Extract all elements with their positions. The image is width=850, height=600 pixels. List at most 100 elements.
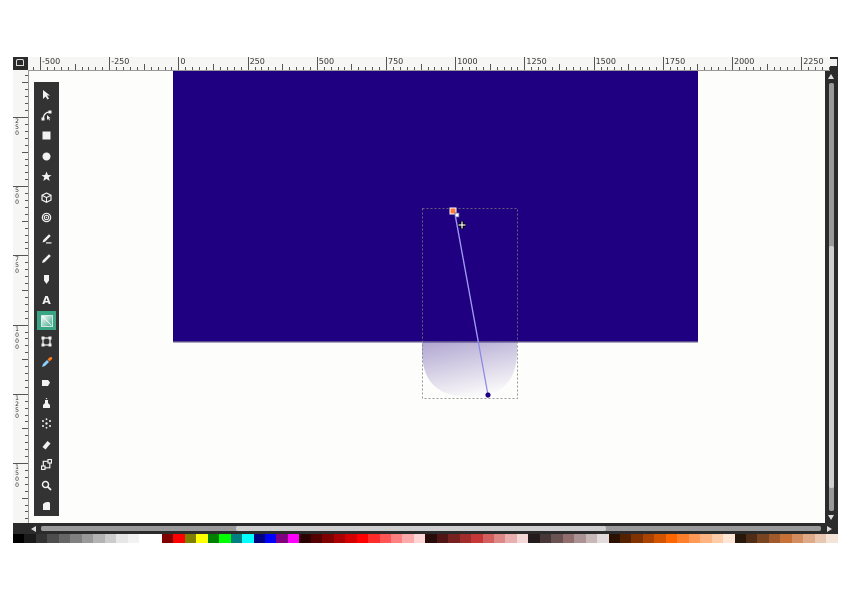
palette-swatch[interactable] (459, 534, 472, 543)
palette-swatch[interactable] (13, 534, 25, 543)
paint-bucket-tool[interactable] (37, 373, 56, 392)
spiral-tool[interactable] (37, 208, 56, 227)
palette-swatch[interactable] (688, 534, 701, 543)
scroll-right-icon[interactable] (827, 526, 832, 532)
palette-swatch[interactable] (757, 534, 769, 543)
palette-swatch[interactable] (379, 534, 391, 543)
palette-swatch[interactable] (574, 534, 586, 543)
vertical-scrollbar[interactable] (825, 71, 838, 523)
palette-swatch[interactable] (734, 534, 746, 543)
palette-swatch[interactable] (264, 534, 277, 543)
ellipse-tool[interactable] (37, 147, 56, 166)
palette-swatch[interactable] (436, 534, 449, 543)
palette-swatch[interactable] (47, 534, 59, 543)
palette-swatch[interactable] (253, 534, 265, 543)
palette-swatch[interactable] (24, 534, 36, 543)
text-tool[interactable]: A (37, 291, 56, 310)
connector-tool[interactable] (37, 455, 56, 474)
palette-swatch[interactable] (494, 534, 506, 543)
palette-swatch[interactable] (390, 534, 403, 543)
mesh-tool[interactable] (37, 332, 56, 351)
select-tool[interactable] (37, 85, 56, 104)
palette-swatch[interactable] (150, 534, 162, 543)
palette-swatch[interactable] (631, 534, 643, 543)
palette-swatch[interactable] (425, 534, 437, 543)
palette-swatch[interactable] (597, 534, 609, 543)
palette-swatch[interactable] (677, 534, 689, 543)
drawing-canvas[interactable] (29, 71, 825, 523)
palette-swatch[interactable] (173, 534, 185, 543)
palette-swatch[interactable] (654, 534, 666, 543)
scroll-down-icon[interactable] (828, 515, 834, 520)
palette-swatch[interactable] (230, 534, 243, 543)
palette-swatch[interactable] (814, 534, 827, 543)
palette-swatch[interactable] (356, 534, 369, 543)
palette-swatch[interactable] (310, 534, 323, 543)
palette-swatch[interactable] (505, 534, 517, 543)
palette-swatch[interactable] (368, 534, 380, 543)
spray-tool[interactable] (37, 414, 56, 433)
tweak-tool[interactable] (37, 394, 56, 413)
vertical-ruler[interactable]: 250500750100012501500 (13, 70, 29, 523)
palette-swatch[interactable] (482, 534, 495, 543)
rectangle-tool[interactable] (37, 126, 56, 145)
pencil-tool[interactable] (37, 249, 56, 268)
palette-swatch[interactable] (780, 534, 792, 543)
palette-swatch[interactable] (138, 534, 151, 543)
horizontal-scrollbar[interactable] (29, 523, 838, 534)
zoom-tool[interactable] (37, 476, 56, 495)
palette-swatch[interactable] (35, 534, 48, 543)
eraser-tool[interactable] (37, 435, 56, 454)
palette-swatch[interactable] (58, 534, 71, 543)
canvas-drawing[interactable] (29, 71, 825, 523)
dropper-tool[interactable] (37, 352, 56, 371)
palette-swatch[interactable] (448, 534, 460, 543)
palette-swatch[interactable] (700, 534, 712, 543)
palette-swatch[interactable] (402, 534, 414, 543)
blue-rectangle[interactable] (173, 71, 698, 342)
3d-box-tool[interactable] (37, 188, 56, 207)
palette-swatch[interactable] (791, 534, 804, 543)
palette-swatch[interactable] (219, 534, 231, 543)
palette-swatch[interactable] (562, 534, 575, 543)
palette-swatch[interactable] (585, 534, 598, 543)
palette-swatch[interactable] (276, 534, 288, 543)
measure-tool[interactable] (37, 496, 56, 515)
palette-swatch[interactable] (803, 534, 815, 543)
palette-swatch[interactable] (242, 534, 254, 543)
hscroll-thumb[interactable] (236, 526, 606, 531)
palette-swatch[interactable] (826, 534, 838, 543)
palette-swatch[interactable] (528, 534, 540, 543)
palette-swatch[interactable] (299, 534, 311, 543)
palette-swatch[interactable] (287, 534, 300, 543)
scroll-up-icon[interactable] (828, 74, 834, 79)
pen-tool[interactable] (37, 229, 56, 248)
star-tool[interactable] (37, 167, 56, 186)
ruler-end-toggle[interactable] (830, 57, 838, 70)
ruler-corner[interactable] (13, 57, 28, 70)
calligraphy-tool[interactable] (37, 270, 56, 289)
palette-swatch[interactable] (207, 534, 220, 543)
palette-swatch[interactable] (70, 534, 82, 543)
palette-swatch[interactable] (161, 534, 174, 543)
horizontal-ruler[interactable]: -500 -250 0 250 500 750 1000 1250 1500 1750 2000 22… (28, 57, 830, 71)
palette-swatch[interactable] (127, 534, 139, 543)
palette-swatch[interactable] (345, 534, 357, 543)
palette-swatch[interactable] (608, 534, 621, 543)
palette-swatch[interactable] (322, 534, 334, 543)
palette-swatch[interactable] (81, 534, 94, 543)
palette-swatch[interactable] (539, 534, 552, 543)
palette-swatch[interactable] (413, 534, 426, 543)
palette-swatch[interactable] (333, 534, 346, 543)
palette-swatch[interactable] (665, 534, 678, 543)
palette-swatch[interactable] (746, 534, 758, 543)
palette-swatch[interactable] (723, 534, 735, 543)
palette-swatch[interactable] (642, 534, 655, 543)
gradient-tool[interactable] (37, 311, 56, 330)
palette-swatch[interactable] (93, 534, 105, 543)
gradient-end-handle[interactable] (485, 392, 491, 398)
palette-swatch[interactable] (471, 534, 483, 543)
node-tool[interactable] (37, 106, 56, 125)
palette-swatch[interactable] (184, 534, 197, 543)
scroll-left-icon[interactable] (31, 526, 36, 532)
